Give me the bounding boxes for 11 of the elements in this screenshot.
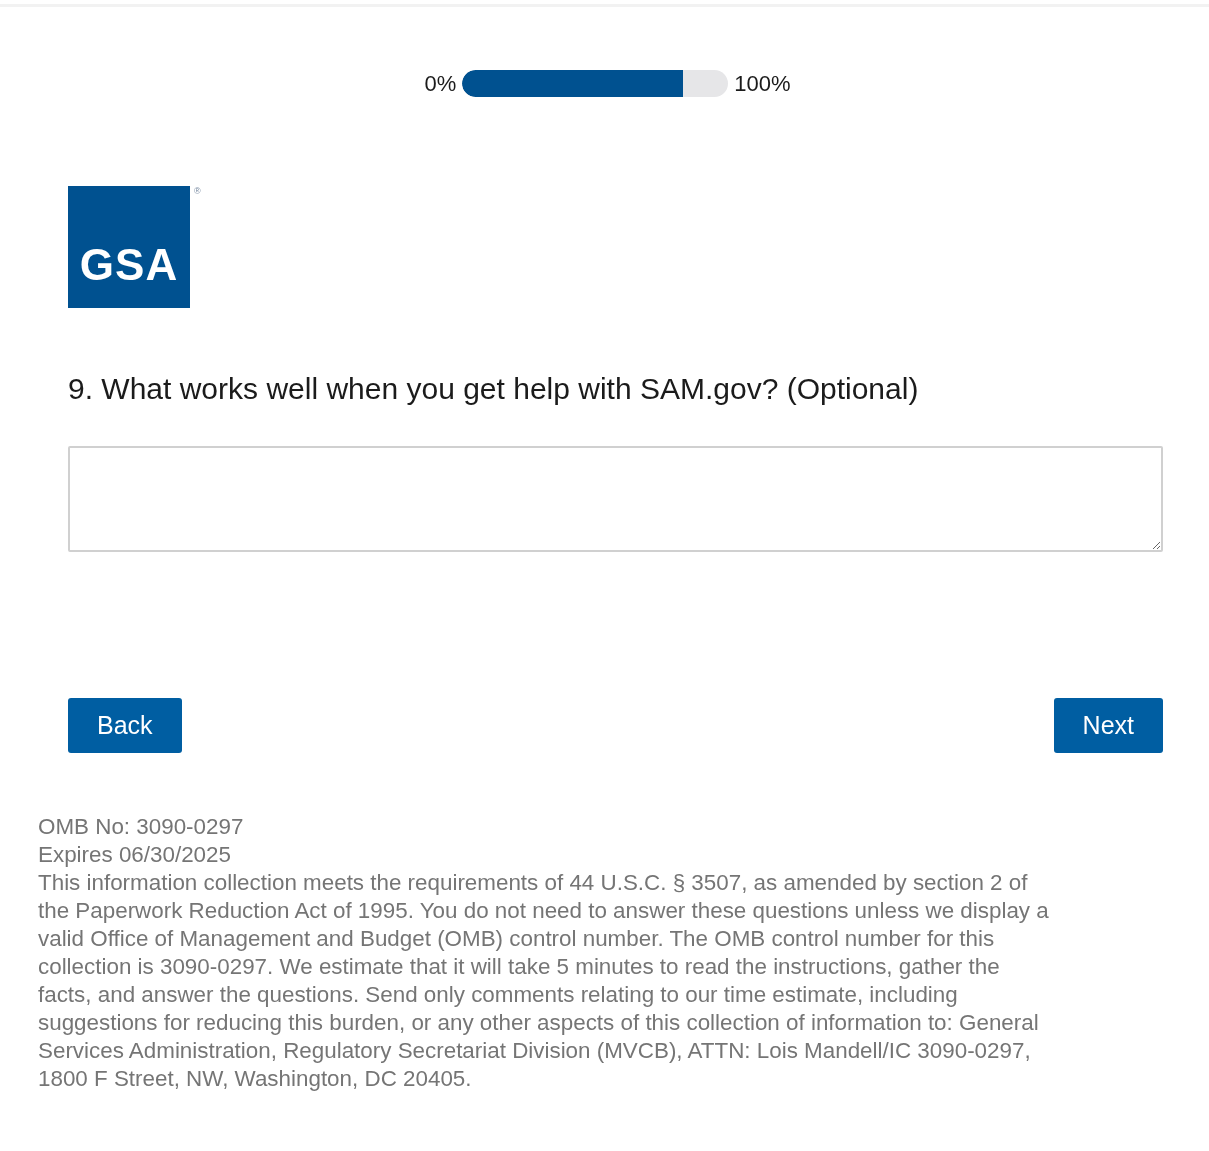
question-label: 9. What works well when you get help with SAM.gov? (Optional) [68,372,920,406]
logo: GSA [68,186,190,308]
back-button[interactable]: Back [68,698,182,753]
answer-field[interactable] [68,446,1163,552]
registered-mark: ® [194,186,201,196]
progress-end-label: 100% [734,70,791,97]
omb-number: OMB No: 3090-0297 [38,813,245,841]
expiration-date: Expires 06/30/2025 [38,841,232,869]
next-button[interactable]: Next [1053,698,1163,753]
burden-notice: This information collection meets the requirements of 44 U.S.C. § 3507, as amended by section 2 of the Paperwork Reduction Act of 1995. You do not need to answer these questions unless we display a valid Office of Management and Budget (OMB) control number. The OMB control number for this collection is 3090-0297. We estimate that it will take 5 minutes to read the instructions, gather the facts, and answer the questions. Send only comments relating to our time estimate, including suggestions for reducing this burden, or any other aspects of this collection of information to: General Services Administration, Regulatory Secretariat Division (MVCB), ATTN: Lois Mandell/IC 3090-0297, 1800 F Street, NW, Washington, DC 20405. [38,869,1050,1093]
progress-start-label: 0% [424,70,457,97]
